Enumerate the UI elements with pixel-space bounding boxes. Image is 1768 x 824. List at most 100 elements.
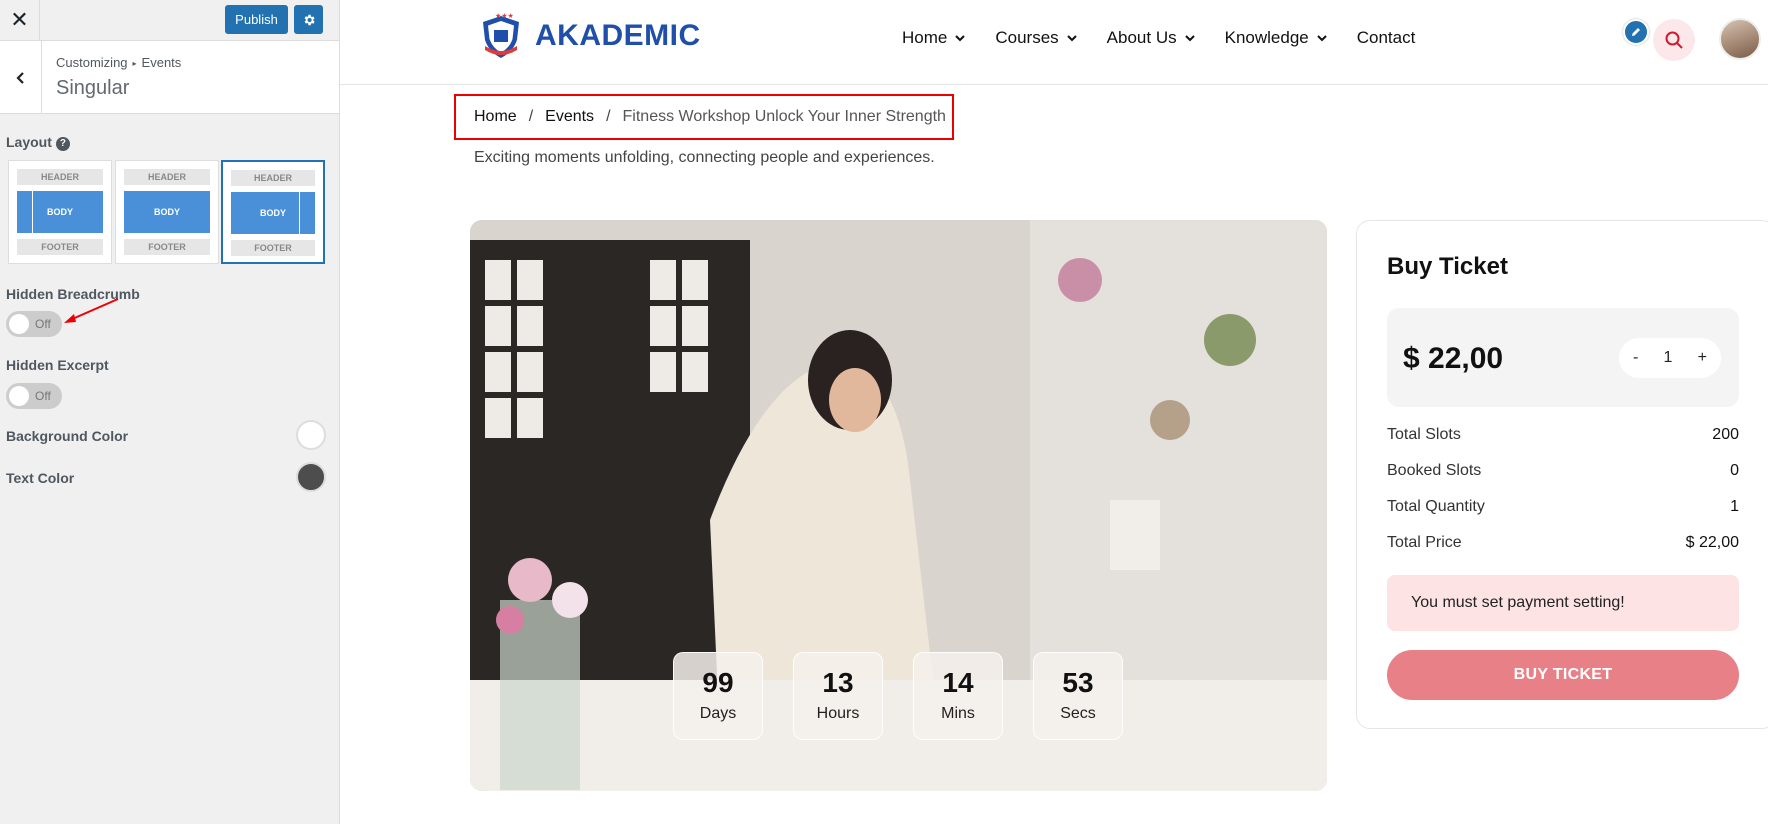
layout-body-text: BODY: [259, 208, 286, 218]
logo-text: AKADEMIC: [535, 19, 701, 52]
customizer-topbar: ✕ Publish: [0, 0, 339, 41]
layout-option-right-sidebar[interactable]: HEADER BODY FOOTER: [221, 160, 325, 264]
pencil-icon: [1632, 28, 1640, 36]
summary-value: 1: [1730, 498, 1739, 515]
nav-item-courses[interactable]: Courses: [995, 28, 1077, 48]
summary-label: Booked Slots: [1387, 462, 1482, 479]
summary-row-booked-slots: Booked Slots 0: [1387, 462, 1739, 480]
nav-item-label: Home: [902, 28, 948, 47]
background-color-swatch[interactable]: [296, 420, 326, 450]
countdown-hours: 13 Hours: [793, 652, 883, 740]
breadcrumb-home[interactable]: Home: [474, 108, 517, 126]
breadcrumb-separator: /: [528, 108, 534, 125]
summary-label: Total Price: [1387, 534, 1462, 551]
text-color-label: Text Color: [6, 470, 75, 486]
close-icon: ✕: [10, 7, 29, 32]
nav-item-label: About Us: [1106, 28, 1177, 47]
ticket-title: Buy Ticket: [1387, 253, 1508, 280]
layout-header-label: HEADER: [124, 169, 210, 185]
breadcrumb-current: Fitness Workshop Unlock Your Inner Stren…: [622, 108, 946, 125]
breadcrumb-arrow-icon: ▸: [132, 59, 137, 69]
back-button[interactable]: [0, 41, 42, 114]
background-color-label: Background Color: [6, 428, 129, 444]
hidden-excerpt-toggle[interactable]: Off: [6, 383, 62, 409]
layout-option-full-width[interactable]: HEADER BODY FOOTER: [115, 160, 219, 264]
summary-row-total-price: Total Price $ 22,00: [1387, 534, 1739, 552]
summary-row-total-slots: Total Slots 200: [1387, 426, 1739, 444]
layout-body-text: BODY: [46, 207, 73, 217]
qty-value: 1: [1663, 349, 1673, 366]
toggle-knob: [9, 386, 29, 406]
summary-label: Total Quantity: [1387, 498, 1485, 515]
customizer-breadcrumb: Customizing ▸ Events: [56, 55, 181, 70]
customizer-sidebar: ✕ Publish Customizing ▸ Events Singular La…: [0, 0, 340, 824]
summary-value: $ 22,00: [1685, 534, 1739, 551]
hidden-breadcrumb-toggle[interactable]: Off: [6, 311, 62, 337]
search-button[interactable]: [1653, 19, 1695, 61]
site-logo[interactable]: ★★★ AKADEMIC: [475, 10, 701, 62]
toggle-state-label: Off: [35, 389, 51, 403]
countdown-secs: 53 Secs: [1033, 652, 1123, 740]
chevron-down-icon: [1184, 34, 1195, 41]
site-preview: ★★★ AKADEMIC Home Courses About Us Knowl…: [340, 0, 1768, 824]
layout-header-label: HEADER: [231, 170, 315, 186]
chevron-down-icon: [1066, 34, 1077, 41]
edit-shortcut-button[interactable]: [1623, 19, 1649, 45]
breadcrumb-separator: /: [606, 108, 611, 125]
countdown-value: 14: [942, 667, 974, 698]
nav-item-home[interactable]: Home: [902, 28, 966, 48]
qty-decrement-button[interactable]: -: [1633, 349, 1638, 367]
svg-text:★★★: ★★★: [495, 12, 514, 20]
customizer-breadcrumb-section: Events: [141, 55, 182, 70]
user-avatar[interactable]: [1719, 18, 1761, 60]
summary-value: 0: [1730, 462, 1739, 479]
layout-option-left-sidebar[interactable]: HEADER BODY FOOTER: [8, 160, 112, 264]
layout-footer-label: FOOTER: [124, 239, 210, 255]
nav-item-knowledge[interactable]: Knowledge: [1225, 28, 1327, 48]
event-excerpt: Exciting moments unfolding, connecting p…: [474, 149, 935, 166]
breadcrumb-events[interactable]: Events: [545, 108, 594, 126]
site-header: ★★★ AKADEMIC Home Courses About Us Knowl…: [340, 0, 1768, 85]
countdown-days: 99 Days: [673, 652, 763, 740]
shield-logo-icon: ★★★: [483, 12, 519, 58]
countdown-unit: Secs: [1060, 705, 1096, 722]
layout-body-label: BODY: [124, 191, 210, 233]
toggle-state-label: Off: [35, 317, 51, 331]
qty-increment-button[interactable]: +: [1698, 349, 1707, 367]
summary-label: Total Slots: [1387, 426, 1461, 443]
breadcrumb: Home / Events / Fitness Workshop Unlock …: [454, 94, 954, 140]
annotation-arrow-icon: [64, 298, 119, 323]
chevron-down-icon: [1317, 34, 1327, 41]
publish-settings-button[interactable]: [294, 5, 323, 34]
event-featured-image: 99 Days 13 Hours 14 Mins 53 Secs: [470, 220, 1327, 791]
nav-item-about-us[interactable]: About Us: [1107, 28, 1195, 48]
nav-item-label: Contact: [1356, 28, 1416, 47]
customizer-breadcrumb-root: Customizing: [56, 55, 128, 70]
publish-button[interactable]: Publish: [225, 5, 288, 34]
countdown-unit: Days: [699, 705, 737, 722]
main-nav: Home Courses About Us Knowledge Contact: [902, 28, 1445, 48]
price-box: $ 22,00 - 1 +: [1387, 308, 1739, 407]
layout-label: Layout?: [6, 134, 70, 151]
help-icon[interactable]: ?: [55, 137, 70, 151]
layout-footer-label: FOOTER: [231, 240, 315, 256]
chevron-left-icon: [15, 71, 24, 84]
layout-footer-label: FOOTER: [17, 239, 103, 255]
event-photo: [470, 220, 1327, 791]
close-customizer-button[interactable]: ✕: [0, 0, 40, 40]
summary-row-total-quantity: Total Quantity 1: [1387, 498, 1739, 516]
countdown-unit: Mins: [941, 705, 975, 722]
toggle-knob: [9, 314, 29, 334]
summary-value: 200: [1712, 426, 1739, 443]
nav-item-label: Knowledge: [1224, 28, 1309, 47]
text-color-swatch[interactable]: [296, 462, 326, 492]
chevron-down-icon: [955, 34, 966, 41]
nav-item-contact[interactable]: Contact: [1357, 28, 1416, 48]
customizer-section-header: Customizing ▸ Events Singular: [0, 41, 339, 114]
countdown-value: 99: [702, 667, 734, 698]
section-title: Singular: [56, 77, 130, 99]
quantity-stepper[interactable]: - 1 +: [1619, 338, 1721, 378]
buy-ticket-button[interactable]: BUY TICKET: [1387, 650, 1739, 700]
payment-alert: You must set payment setting!: [1387, 575, 1739, 631]
buy-ticket-panel: Buy Ticket $ 22,00 - 1 + Total Slots 200…: [1356, 220, 1768, 729]
